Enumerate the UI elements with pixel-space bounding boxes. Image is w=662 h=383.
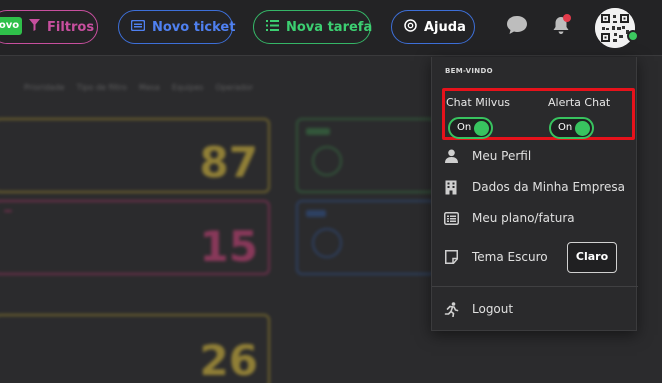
menu-item-label: Tema Escuro (472, 250, 548, 264)
help-icon (404, 18, 417, 36)
menu-item-label: Meu plano/fatura (472, 211, 575, 225)
menu-item-tema-escuro[interactable]: Tema Escuro (443, 249, 548, 265)
avatar[interactable] (595, 8, 635, 48)
nova-tarefa-label: Nova tarefa (286, 19, 373, 35)
chat-icon[interactable] (506, 15, 528, 35)
filter-chip: Prioridade (24, 83, 65, 92)
stat-value: 15 (199, 222, 258, 271)
ajuda-button[interactable]: Ajuda (391, 10, 475, 44)
novo-badge[interactable]: ovo (0, 17, 22, 35)
menu-item-meu-perfil[interactable]: Meu Perfil (443, 148, 531, 164)
menu-item-logout[interactable]: Logout (443, 301, 513, 317)
user-menu-dropdown: BEM-VINDO Chat Milvus On Alerta Chat On … (431, 57, 638, 331)
list-alt-icon (443, 210, 459, 226)
running-person-icon (443, 301, 459, 317)
tema-claro-button[interactable]: Claro (567, 242, 617, 273)
stat-card: 26 (0, 314, 270, 383)
menu-item-dados-empresa[interactable]: Dados da Minha Empresa (443, 179, 625, 195)
filter-chip: Mesa (138, 83, 160, 92)
stat-value: 87 (199, 138, 258, 187)
filter-row: Prioridade Tipo de filtro Mesa Equipes O… (0, 83, 253, 97)
menu-item-label: Meu Perfil (472, 149, 532, 163)
filter-chip: Operador (215, 83, 254, 92)
ajuda-label: Ajuda (424, 19, 466, 35)
chat-milvus-state: On (457, 122, 472, 133)
alerta-chat-state: On (558, 122, 573, 133)
toggle-knob (474, 121, 489, 136)
chat-milvus-label: Chat Milvus (446, 96, 511, 109)
top-bar: Filtros ovo Novo ticket Nova tarefa Ajud… (0, 0, 662, 56)
alerta-chat-toggle[interactable]: On (549, 117, 594, 139)
stat-card: 87 (0, 118, 270, 193)
welcome-label: BEM-VINDO (445, 67, 493, 75)
filter-chip: Equipes (171, 83, 204, 92)
novo-ticket-label: Novo ticket (152, 19, 236, 35)
chat-milvus-toggle[interactable]: On (448, 117, 493, 139)
novo-ticket-button[interactable]: Novo ticket (118, 10, 236, 44)
online-status-dot (627, 30, 639, 42)
ticket-icon (130, 19, 146, 35)
toggle-knob (575, 121, 590, 136)
stat-card: 15 (0, 200, 270, 275)
stat-value: 26 (199, 336, 258, 383)
building-icon (443, 179, 459, 195)
alerta-chat-label: Alerta Chat (548, 96, 611, 109)
filter-icon (29, 19, 40, 35)
chat-toggles-highlight: Chat Milvus On Alerta Chat On (442, 88, 635, 140)
status-card (296, 200, 436, 275)
menu-divider (432, 286, 638, 287)
user-icon (443, 148, 459, 164)
status-card (296, 118, 436, 193)
menu-item-label: Dados da Minha Empresa (472, 180, 626, 194)
note-icon (443, 249, 459, 265)
list-icon (266, 19, 279, 35)
filtros-label: Filtros (47, 19, 95, 35)
menu-item-label: Logout (472, 302, 514, 316)
filter-chip: Tipo de filtro (76, 83, 127, 92)
menu-item-meu-plano[interactable]: Meu plano/fatura (443, 210, 575, 226)
nova-tarefa-button[interactable]: Nova tarefa (253, 10, 373, 44)
notification-dot (563, 14, 571, 22)
